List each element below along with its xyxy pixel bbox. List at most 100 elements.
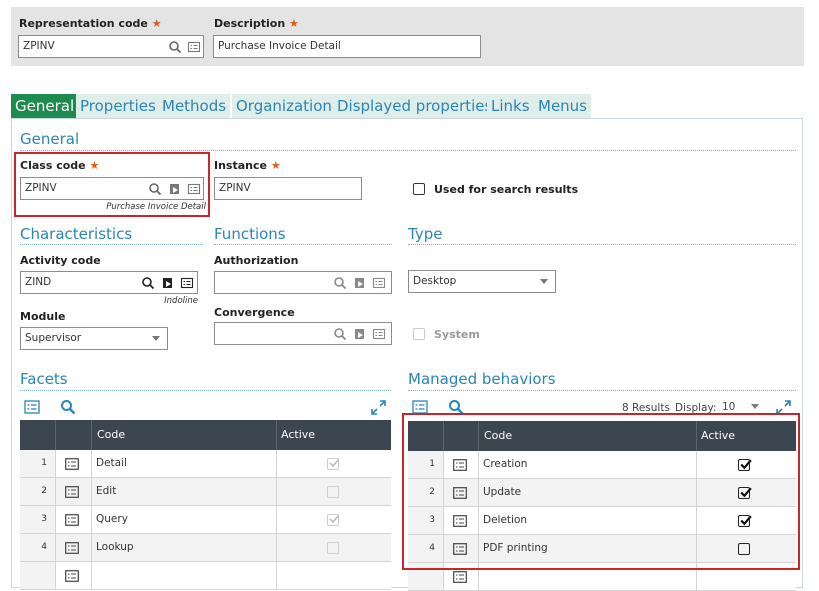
section-type-title: Type — [408, 225, 443, 243]
jump-to-icon[interactable] — [161, 276, 175, 290]
representation-code-label: Representation code ★ — [19, 17, 162, 30]
convergence-field[interactable] — [214, 322, 392, 345]
instance-field[interactable]: ZPINV — [214, 177, 362, 200]
tab-properties[interactable]: Properties — [76, 94, 160, 119]
checkmark-icon — [329, 458, 340, 468]
used-for-search-label: Used for search results — [434, 183, 579, 196]
column-divider — [55, 562, 56, 590]
divider — [408, 244, 796, 245]
divider — [408, 390, 796, 391]
checkmark-icon — [329, 514, 340, 524]
description-label: Description ★ — [214, 17, 299, 30]
column-divider — [91, 450, 92, 478]
column-divider — [55, 506, 56, 534]
facets-col-active[interactable]: Active — [281, 428, 315, 441]
search-icon[interactable] — [333, 327, 347, 341]
detail-icon[interactable] — [372, 327, 386, 341]
row-number: 3 — [41, 514, 47, 524]
row-detail-icon[interactable] — [65, 458, 79, 470]
detail-icon[interactable] — [372, 276, 386, 290]
section-general-title: General — [20, 130, 80, 148]
row-number: 1 — [41, 458, 47, 468]
expand-icon[interactable] — [371, 400, 386, 415]
row-active-checkbox[interactable] — [327, 458, 340, 470]
row-code: Query — [96, 513, 128, 525]
authorization-field[interactable] — [214, 271, 392, 294]
list-view-icon[interactable] — [24, 400, 40, 414]
jump-to-icon[interactable] — [353, 327, 367, 341]
row-active-checkbox[interactable] — [327, 542, 339, 554]
highlight-box — [14, 152, 210, 217]
divider — [276, 420, 277, 450]
column-divider — [276, 506, 277, 534]
system-label: System — [434, 328, 480, 341]
search-icon[interactable] — [60, 399, 76, 415]
section-managed-behaviors-title: Managed behaviors — [408, 370, 556, 388]
search-icon[interactable] — [333, 276, 347, 290]
row-number: 2 — [41, 486, 47, 496]
row-code: Detail — [96, 457, 127, 469]
instance-label: Instance ★ — [214, 159, 281, 172]
description-field[interactable]: Purchase Invoice Detail — [213, 35, 481, 58]
divider — [20, 390, 391, 391]
jump-to-icon[interactable] — [353, 276, 367, 290]
module-label: Module — [20, 310, 66, 323]
row-detail-icon[interactable] — [65, 486, 79, 498]
row-active-checkbox[interactable] — [327, 486, 339, 498]
detail-icon[interactable] — [180, 276, 194, 290]
row-detail-icon[interactable] — [65, 514, 79, 526]
row-number-cell — [20, 562, 55, 590]
section-facets-title: Facets — [20, 370, 68, 388]
activity-code-description: Indoline — [164, 296, 198, 306]
section-characteristics-title: Characteristics — [20, 225, 133, 243]
tab-organization[interactable]: Organization — [232, 94, 336, 119]
search-icon[interactable] — [141, 276, 155, 290]
column-divider — [91, 562, 92, 590]
divider — [55, 420, 56, 450]
search-icon[interactable] — [168, 40, 182, 54]
row-active-checkbox[interactable] — [327, 514, 340, 526]
highlight-box — [402, 413, 800, 570]
activity-code-field[interactable]: ZIND — [20, 271, 198, 294]
divider — [91, 420, 92, 450]
authorization-label: Authorization — [214, 254, 299, 267]
chevron-down-icon — [540, 279, 548, 284]
tab-links[interactable]: Links — [487, 94, 534, 119]
facets-col-code[interactable]: Code — [97, 428, 125, 441]
representation-code-field[interactable]: ZPINV — [18, 35, 204, 58]
row-detail-icon[interactable] — [453, 571, 467, 583]
detail-icon[interactable] — [187, 40, 201, 54]
divider — [20, 244, 203, 245]
column-divider — [55, 450, 56, 478]
chevron-down-icon — [751, 404, 759, 409]
column-divider — [55, 478, 56, 506]
divider — [214, 244, 392, 245]
row-divider — [20, 589, 391, 590]
column-divider — [91, 478, 92, 506]
tab-menus[interactable]: Menus — [534, 94, 591, 119]
column-divider — [276, 450, 277, 478]
type-select[interactable]: Desktop — [408, 270, 556, 293]
system-checkbox[interactable] — [413, 328, 425, 340]
activity-code-label: Activity code — [20, 254, 101, 267]
used-for-search-checkbox[interactable] — [413, 183, 425, 195]
section-functions-title: Functions — [214, 225, 286, 243]
module-select[interactable]: Supervisor — [20, 327, 168, 350]
row-code: Lookup — [96, 541, 134, 553]
tab-displayed-properties[interactable]: Displayed properties — [333, 94, 497, 119]
column-divider — [91, 506, 92, 534]
list-view-icon[interactable] — [412, 400, 428, 414]
tab-general[interactable]: General — [11, 94, 79, 119]
column-divider — [276, 534, 277, 562]
row-detail-icon[interactable] — [65, 542, 79, 554]
divider — [20, 150, 796, 151]
tab-methods[interactable]: Methods — [158, 94, 231, 119]
column-divider — [55, 534, 56, 562]
column-divider — [276, 478, 277, 506]
convergence-label: Convergence — [214, 306, 295, 319]
row-number: 4 — [41, 542, 47, 552]
chevron-down-icon — [152, 336, 160, 341]
row-detail-icon[interactable] — [65, 570, 79, 582]
column-divider — [276, 562, 277, 590]
facets-table-header — [20, 420, 391, 450]
